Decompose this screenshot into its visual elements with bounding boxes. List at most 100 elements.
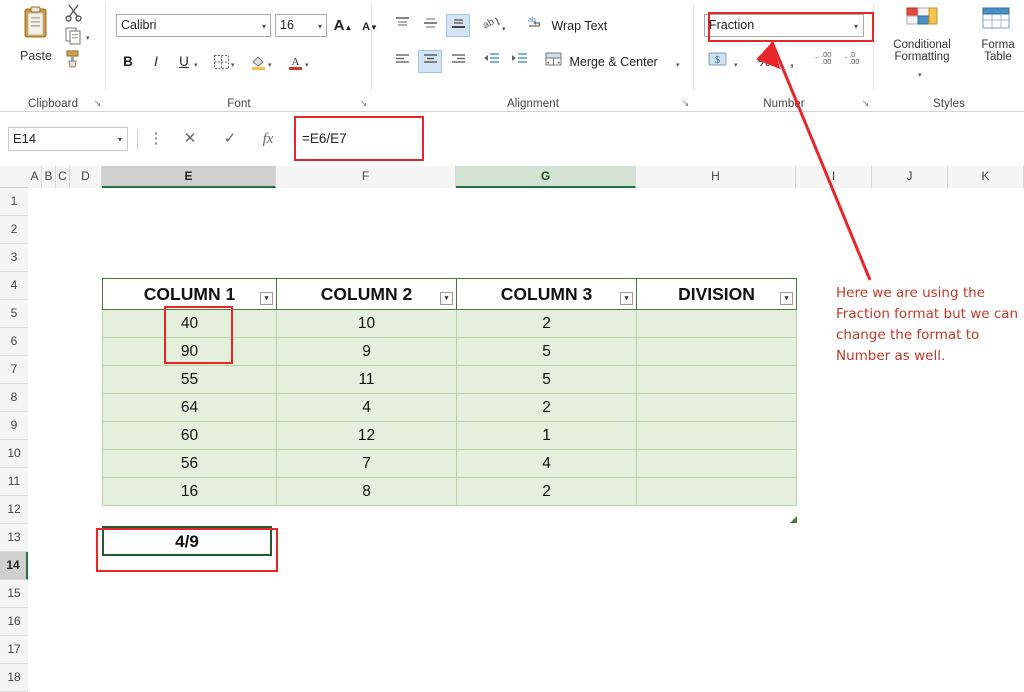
wrap-text-button[interactable]: ab Wrap Text <box>522 14 612 37</box>
row-header-1[interactable]: 1 <box>0 188 28 216</box>
clipboard-dialog-launcher[interactable]: ↘ <box>92 98 103 109</box>
col-header-E[interactable]: E <box>102 166 276 188</box>
col-header-K[interactable]: K <box>948 166 1024 188</box>
copy-caret-icon[interactable]: ▾ <box>86 35 90 42</box>
table-resize-grip[interactable] <box>790 516 797 523</box>
italic-button[interactable]: I <box>144 50 168 73</box>
row-header-11[interactable]: 11 <box>0 468 28 496</box>
fill-color-button[interactable] <box>246 50 270 73</box>
table-cell[interactable] <box>636 309 797 338</box>
paste-button[interactable]: Paste <box>10 4 62 76</box>
fill-color-caret-icon[interactable]: ▾ <box>268 62 272 69</box>
align-left-button[interactable] <box>390 50 414 73</box>
row-header-8[interactable]: 8 <box>0 384 28 412</box>
row-header-12[interactable]: 12 <box>0 496 28 524</box>
font-size-input[interactable]: 16 ▾ <box>275 14 327 37</box>
orientation-caret-icon[interactable]: ▾ <box>502 26 506 33</box>
chevron-down-icon[interactable]: ▾ <box>262 15 266 38</box>
table-cell[interactable]: 4 <box>276 393 457 422</box>
font-color-caret-icon[interactable]: ▾ <box>305 62 309 69</box>
row-header-7[interactable]: 7 <box>0 356 28 384</box>
orientation-button[interactable]: ab <box>479 14 503 37</box>
format-as-table-button[interactable]: Forma Table <box>968 6 1024 64</box>
confirm-icon[interactable]: ✓ <box>220 129 240 149</box>
row-header-6[interactable]: 6 <box>0 328 28 356</box>
table-cell[interactable] <box>636 393 797 422</box>
row-header-10[interactable]: 10 <box>0 440 28 468</box>
table-cell[interactable] <box>636 477 797 506</box>
chevron-down-icon[interactable]: ▾ <box>118 128 122 152</box>
filter-dropdown-button[interactable]: ▾ <box>620 292 633 305</box>
row-header-17[interactable]: 17 <box>0 636 28 664</box>
accounting-format-button[interactable]: $ <box>704 50 732 73</box>
merge-center-caret-icon[interactable]: ▾ <box>676 62 680 69</box>
more-options-icon[interactable]: ⋮ <box>146 129 166 149</box>
table-cell[interactable]: 7 <box>276 449 457 478</box>
table-cell[interactable]: 5 <box>456 365 637 394</box>
filter-dropdown-button[interactable]: ▾ <box>260 292 273 305</box>
row-header-3[interactable]: 3 <box>0 244 28 272</box>
row-header-14[interactable]: 14 <box>0 552 28 580</box>
row-header-16[interactable]: 16 <box>0 608 28 636</box>
col-header-C[interactable]: C <box>56 166 70 188</box>
row-header-13[interactable]: 13 <box>0 524 28 552</box>
underline-caret-icon[interactable]: ▾ <box>194 62 198 69</box>
table-cell[interactable]: 10 <box>276 309 457 338</box>
font-dialog-launcher[interactable]: ↘ <box>358 98 369 109</box>
merge-center-button[interactable]: Merge & Center <box>540 50 663 73</box>
conditional-formatting-caret-icon[interactable]: ▾ <box>918 72 922 79</box>
col-header-F[interactable]: F <box>276 166 456 188</box>
table-cell[interactable]: 11 <box>276 365 457 394</box>
alignment-dialog-launcher[interactable]: ↘ <box>680 98 691 109</box>
table-cell[interactable]: 8 <box>276 477 457 506</box>
table-cell[interactable]: 9 <box>276 337 457 366</box>
accounting-caret-icon[interactable]: ▾ <box>734 62 738 69</box>
row-header-5[interactable]: 5 <box>0 300 28 328</box>
cancel-icon[interactable]: ✕ <box>180 129 200 149</box>
grow-font-button[interactable]: A▲ <box>331 14 355 37</box>
table-cell[interactable]: 64 <box>102 393 277 422</box>
table-cell[interactable] <box>636 337 797 366</box>
table-cell[interactable] <box>636 449 797 478</box>
table-cell[interactable]: 5 <box>456 337 637 366</box>
font-color-button[interactable]: A <box>283 50 307 73</box>
table-cell[interactable]: 60 <box>102 421 277 450</box>
align-center-button[interactable] <box>418 50 442 73</box>
decrease-indent-button[interactable] <box>479 50 503 73</box>
chevron-down-icon[interactable]: ▾ <box>318 15 322 38</box>
align-bottom-button[interactable] <box>446 14 470 37</box>
borders-button[interactable] <box>209 50 233 73</box>
font-name-input[interactable]: Calibri ▾ <box>116 14 271 37</box>
table-cell[interactable]: 4 <box>456 449 637 478</box>
row-header-15[interactable]: 15 <box>0 580 28 608</box>
row-header-4[interactable]: 4 <box>0 272 28 300</box>
table-cell[interactable]: 2 <box>456 393 637 422</box>
table-cell[interactable]: 2 <box>456 477 637 506</box>
bold-button[interactable]: B <box>116 50 140 73</box>
cut-button[interactable] <box>64 3 86 24</box>
row-header-2[interactable]: 2 <box>0 216 28 244</box>
format-painter-button[interactable] <box>64 49 86 70</box>
row-header-9[interactable]: 9 <box>0 412 28 440</box>
table-cell[interactable] <box>636 365 797 394</box>
underline-button[interactable]: U <box>172 50 196 73</box>
increase-indent-button[interactable] <box>507 50 531 73</box>
filter-dropdown-button[interactable]: ▾ <box>440 292 453 305</box>
borders-caret-icon[interactable]: ▾ <box>231 62 235 69</box>
col-header-G[interactable]: G <box>456 166 636 188</box>
table-cell[interactable]: 2 <box>456 309 637 338</box>
name-box[interactable]: E14 ▾ <box>8 127 128 151</box>
col-header-A[interactable]: A <box>28 166 42 188</box>
align-right-button[interactable] <box>446 50 470 73</box>
row-header-18[interactable]: 18 <box>0 664 28 692</box>
col-header-D[interactable]: D <box>70 166 102 188</box>
table-cell[interactable]: 56 <box>102 449 277 478</box>
table-cell[interactable]: 55 <box>102 365 277 394</box>
insert-function-icon[interactable]: fx <box>258 129 278 149</box>
align-top-button[interactable] <box>390 14 414 37</box>
table-cell[interactable] <box>636 421 797 450</box>
table-cell[interactable]: 1 <box>456 421 637 450</box>
col-header-B[interactable]: B <box>42 166 56 188</box>
table-cell[interactable]: 16 <box>102 477 277 506</box>
table-cell[interactable]: 12 <box>276 421 457 450</box>
